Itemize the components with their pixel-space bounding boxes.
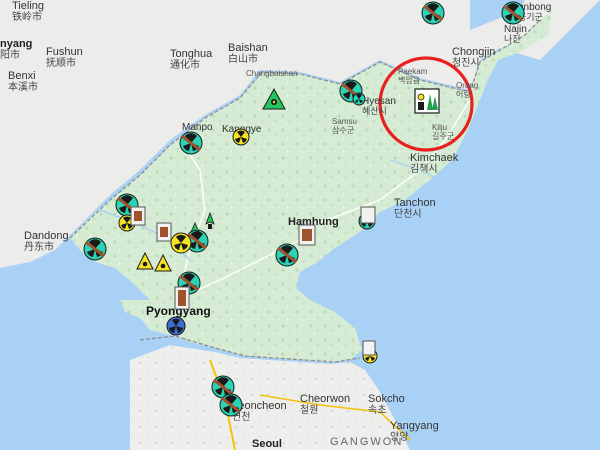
mine-icon[interactable] bbox=[130, 206, 146, 226]
mine-icon[interactable] bbox=[298, 224, 316, 246]
label-kilju: Kilju 길주군 bbox=[432, 123, 455, 141]
nuclear-missile-site-icon[interactable] bbox=[500, 0, 526, 26]
nuclear-missile-site-icon[interactable] bbox=[178, 130, 204, 156]
nuclear-missile-site-icon[interactable] bbox=[218, 392, 244, 418]
label-kimchaek: Kimchaek 김책시 bbox=[410, 152, 459, 176]
mine-icon[interactable] bbox=[174, 286, 190, 310]
label-orang: Orang 어랑 bbox=[456, 81, 479, 99]
nuclear-plant-icon[interactable] bbox=[166, 316, 186, 336]
label-hyesan: Hyesan 혜산시 bbox=[362, 96, 396, 116]
radiation-facility-icon[interactable] bbox=[154, 254, 172, 272]
missile-launch-icon[interactable] bbox=[202, 212, 218, 230]
label-dandong: Dandong 丹东市 bbox=[24, 230, 69, 254]
label-tonghua: Tonghua 通化市 bbox=[170, 48, 213, 72]
label-gangwon: GANGWON bbox=[330, 436, 404, 448]
label-fushun: Fushun 抚顺市 bbox=[46, 46, 83, 70]
test-site-icon[interactable] bbox=[414, 88, 440, 114]
radiation-facility-icon[interactable] bbox=[136, 252, 154, 270]
label-sokcho: Sokcho 속초 bbox=[368, 393, 405, 417]
missile-launch-icon[interactable] bbox=[188, 222, 202, 236]
radiation-facility-icon[interactable] bbox=[352, 92, 366, 106]
label-tieling: Tieling 铁岭市 bbox=[12, 0, 44, 24]
mine-icon[interactable] bbox=[362, 340, 376, 356]
label-benxi: Benxi 本溪市 bbox=[8, 70, 38, 94]
mine-icon[interactable] bbox=[360, 206, 376, 224]
nuclear-missile-site-icon[interactable] bbox=[274, 242, 300, 268]
label-cheorwon: Cheorwon 철원 bbox=[300, 393, 351, 417]
label-changbaishan: Changbaishan bbox=[246, 69, 298, 78]
label-seoul: Seoul bbox=[252, 438, 282, 450]
label-chongjin: Chongjin 청진시 bbox=[452, 46, 496, 70]
mine-icon[interactable] bbox=[156, 222, 172, 242]
nuclear-missile-site-icon[interactable] bbox=[82, 236, 108, 262]
label-najin: Najin 나진 bbox=[504, 24, 527, 44]
radiation-facility-icon[interactable] bbox=[232, 128, 250, 146]
label-baishan: Baishan 白山市 bbox=[228, 42, 268, 66]
label-paekam: Paekam 백암읍 bbox=[398, 67, 428, 85]
map-canvas[interactable]: Tieling 铁岭市 nyang 阳市 Fushun 抚顺市 Benxi 本溪市 To… bbox=[0, 0, 600, 450]
label-shenyang: nyang 阳市 bbox=[0, 38, 33, 62]
label-samsu: Samsu 삼수군 bbox=[332, 117, 357, 135]
label-tanchon: Tanchon 단천시 bbox=[394, 197, 436, 221]
radiation-facility-icon[interactable] bbox=[262, 88, 286, 110]
nuclear-missile-site-icon[interactable] bbox=[420, 0, 446, 26]
